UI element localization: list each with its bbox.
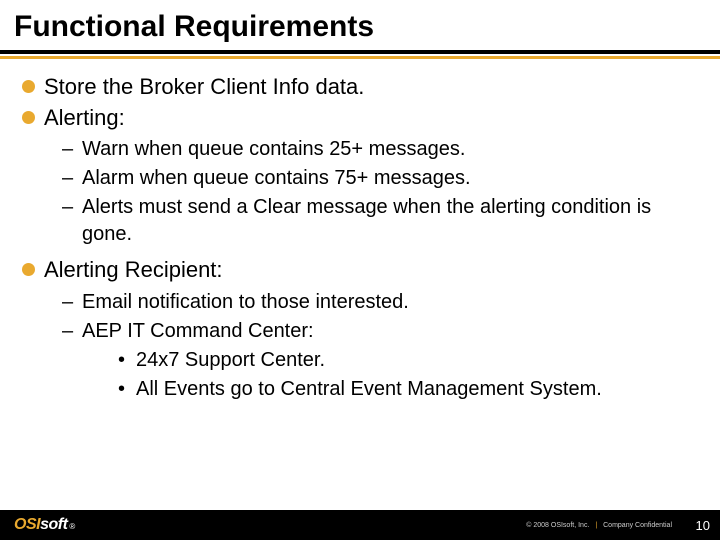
subsub-item: All Events go to Central Event Managemen… bbox=[82, 376, 698, 403]
sub-list: Email notification to those interested. … bbox=[44, 289, 698, 403]
separator-icon: | bbox=[595, 522, 597, 529]
copyright: © 2008 OSIsoft, Inc. | Company Confident… bbox=[526, 522, 672, 529]
copyright-right: Company Confidential bbox=[603, 522, 672, 529]
logo-osi: OSI bbox=[14, 516, 40, 533]
sub-item: Warn when queue contains 25+ messages. bbox=[44, 136, 698, 163]
slide-title: Functional Requirements bbox=[0, 0, 720, 50]
sub-item: Alerts must send a Clear message when th… bbox=[44, 194, 698, 248]
footer-right: © 2008 OSIsoft, Inc. | Company Confident… bbox=[526, 518, 710, 533]
page-number: 10 bbox=[690, 518, 710, 533]
bullet-item: Alerting Recipient: Email notification t… bbox=[22, 256, 698, 403]
sub-text: AEP IT Command Center: bbox=[82, 320, 314, 342]
sub-item: Email notification to those interested. bbox=[44, 289, 698, 316]
slide-content: Store the Broker Client Info data. Alert… bbox=[0, 69, 720, 510]
bullet-list: Store the Broker Client Info data. Alert… bbox=[22, 73, 698, 403]
bullet-item: Store the Broker Client Info data. bbox=[22, 73, 698, 102]
logo-soft: soft bbox=[40, 516, 67, 533]
sub-item: Alarm when queue contains 75+ messages. bbox=[44, 165, 698, 192]
title-rule-gold bbox=[0, 56, 720, 59]
slide: Functional Requirements Store the Broker… bbox=[0, 0, 720, 540]
bullet-text: Alerting: bbox=[44, 105, 125, 130]
bullet-text: Alerting Recipient: bbox=[44, 257, 223, 282]
title-rule-black bbox=[0, 50, 720, 54]
copyright-left: © 2008 OSIsoft, Inc. bbox=[526, 522, 589, 529]
subsub-item: 24x7 Support Center. bbox=[82, 347, 698, 374]
bullet-item: Alerting: Warn when queue contains 25+ m… bbox=[22, 104, 698, 249]
sub-item: AEP IT Command Center: 24x7 Support Cent… bbox=[44, 318, 698, 403]
footer-bar: OSIsoft ® © 2008 OSIsoft, Inc. | Company… bbox=[0, 510, 720, 540]
subsub-list: 24x7 Support Center. All Events go to Ce… bbox=[82, 347, 698, 403]
logo: OSIsoft ® bbox=[14, 516, 75, 534]
logo-text: OSIsoft bbox=[14, 516, 67, 534]
registered-icon: ® bbox=[69, 522, 75, 531]
sub-list: Warn when queue contains 25+ messages. A… bbox=[44, 136, 698, 248]
